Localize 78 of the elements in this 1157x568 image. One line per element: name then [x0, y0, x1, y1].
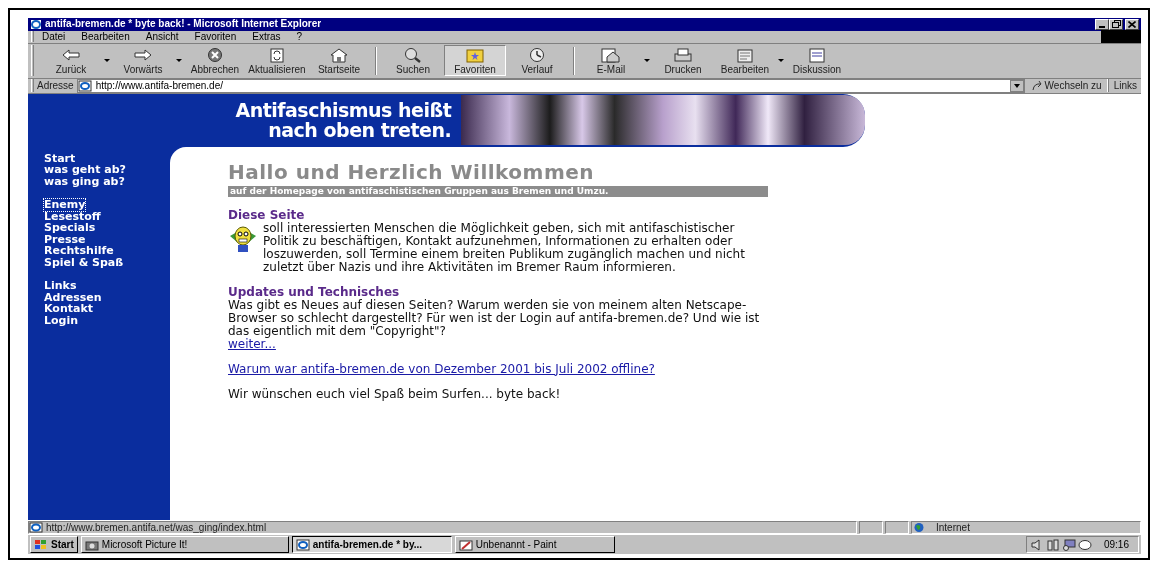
windows-logo-icon: [34, 538, 48, 551]
window-title: antifa-bremen.de * byte back! - Microsoft Internet Explorer: [45, 19, 322, 30]
closing-text: Wir wünschen euch viel Spaß beim Surfen... byte back!: [228, 387, 561, 401]
sidebar-link[interactable]: Adressen: [44, 291, 102, 304]
sidebar-link[interactable]: Start: [44, 152, 76, 165]
close-button[interactable]: [1125, 18, 1139, 30]
status-panel: [859, 521, 883, 535]
paint-brush-icon: [458, 538, 473, 551]
toolbar-button[interactable]: Suchen: [382, 45, 444, 77]
sidebar-link[interactable]: Links: [44, 280, 77, 292]
toolbar-button[interactable]: E-Mail: [580, 45, 642, 77]
printer-icon: [671, 46, 695, 63]
status-panel: [885, 521, 909, 535]
sidebar-link[interactable]: Presse: [44, 233, 86, 246]
sidebar-link[interactable]: Lesestoff: [44, 210, 101, 223]
menu-item[interactable]: Favoriten: [194, 31, 237, 42]
page-heading: Hallo und Herzlich Willkommen: [228, 160, 596, 183]
browser-icon: [295, 538, 310, 551]
sidebar-link[interactable]: was geht ab?: [44, 164, 126, 176]
sidebar-link[interactable]: was ging ab?: [44, 175, 125, 188]
sidebar-link[interactable]: Login: [44, 314, 79, 327]
browser-icon: [77, 79, 92, 92]
toolbar-button[interactable]: Diskussion: [786, 45, 848, 77]
toolbar-button[interactable]: Zurück: [40, 45, 102, 77]
sidebar-link[interactable]: Specials: [44, 222, 96, 234]
mouse-icon[interactable]: [1077, 538, 1092, 551]
offline-link[interactable]: Warum war antifa-bremen.de von Dezember 2001 bis Juli 2002 offline?: [228, 362, 655, 376]
star-folder-icon: [463, 46, 487, 63]
address-label: Adresse: [37, 80, 74, 91]
sidebar-link[interactable]: Enemy: [44, 199, 86, 211]
minimize-button[interactable]: [1095, 18, 1109, 30]
banner-slogan: Antifaschismus heißt nach oben treten.: [234, 100, 452, 141]
toolbar-button[interactable]: Startseite: [308, 45, 370, 77]
curved-arrow-icon: [1030, 79, 1045, 92]
paragraph: soll interessierten Menschen die Möglichkeit geben, sich mit antifaschistischer Politik zu beschäftigen, Kontakt aufzunehmen, Informationen zu erhalten oder loszuwerden, soll Termine einem breiten Publikum zugänglich machen und nicht zuletzt über Nazis und ihre Aktivitäten im Bremer Raum informieren.: [263, 221, 746, 274]
toolbar-button[interactable]: Drucken: [652, 45, 714, 77]
globe-icon: [912, 522, 926, 534]
more-link[interactable]: weiter...: [228, 337, 276, 351]
zone-label: Internet: [936, 522, 970, 533]
computer-icon[interactable]: [1061, 538, 1076, 551]
restore-button[interactable]: [1109, 18, 1123, 30]
browser-icon: [30, 18, 42, 30]
dropdown-caret-icon[interactable]: [644, 59, 650, 63]
sidebar-link[interactable]: Spiel & Spaß: [44, 256, 124, 269]
dropdown-caret-icon[interactable]: [778, 59, 784, 63]
sidebar-link[interactable]: Kontakt: [44, 303, 93, 315]
clock: 09:16: [1103, 538, 1129, 553]
mail-icon: [599, 46, 623, 63]
toolbar-button[interactable]: Vorwärts: [112, 45, 174, 77]
taskbar-button[interactable]: Unbenannt - Paint: [454, 536, 615, 554]
section-title: Updates und Technisches: [228, 285, 400, 299]
taskbar-button[interactable]: antifa-bremen.de * by...: [291, 536, 452, 554]
menu-item[interactable]: Ansicht: [145, 31, 179, 42]
taskbar-button[interactable]: Microsoft Picture It!: [80, 536, 289, 554]
section-title: Diese Seite: [228, 208, 305, 222]
camera-icon: [84, 538, 99, 551]
go-button[interactable]: Wechseln zu: [1030, 79, 1102, 92]
page-subheading: auf der Homepage von antifaschistischen Gruppen aus Bremen und Umzu.: [228, 185, 768, 197]
dropdown-caret-icon[interactable]: [176, 59, 182, 63]
sidebar-link[interactable]: Rechtshilfe: [44, 245, 114, 257]
toolbar-button[interactable]: Aktualisieren: [246, 45, 308, 77]
paragraph: Was gibt es Neues auf diesen Seiten? Warum werden sie von meinem alten Netscape-Browser so schlecht dargestellt? Für wen ist der Login auf antifa-bremen.de? Und wie ist das eigentlich mit dem "Copyright"?: [228, 298, 761, 338]
menu-item[interactable]: Datei: [42, 31, 66, 42]
start-button[interactable]: Start: [30, 536, 78, 554]
restore-icon: [1111, 20, 1121, 29]
menu-item[interactable]: Extras: [252, 31, 281, 42]
menu-item[interactable]: Bearbeiten: [81, 31, 130, 42]
toolbar-button[interactable]: Bearbeiten: [714, 45, 776, 77]
toolbar-button[interactable]: Abbrechen: [184, 45, 246, 77]
toolbar-button[interactable]: Verlauf: [506, 45, 568, 77]
device-icon[interactable]: [1045, 538, 1060, 551]
links-button[interactable]: Links: [1113, 80, 1137, 91]
dropdown-caret-icon[interactable]: [104, 59, 110, 63]
status-url: http://www.bremen.antifa.net/was_ging/index.html: [46, 522, 267, 533]
toolbar-button[interactable]: Favoriten: [444, 45, 506, 77]
dropdown-caret-icon[interactable]: [1009, 79, 1024, 92]
close-icon: [1128, 20, 1136, 28]
menu-item[interactable]: ?: [296, 31, 303, 42]
